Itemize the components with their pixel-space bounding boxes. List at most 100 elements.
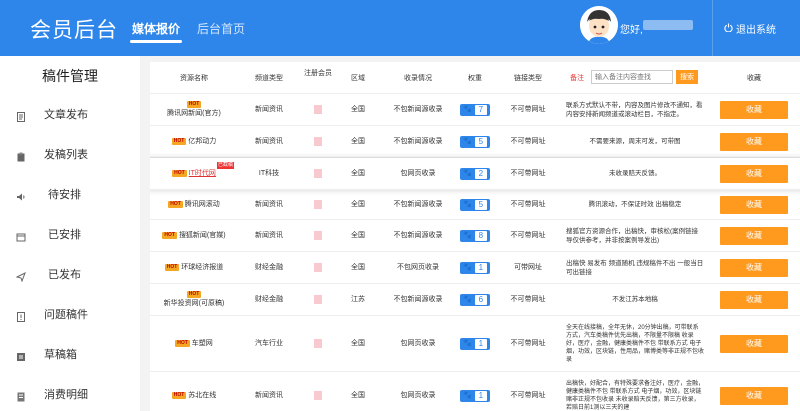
member-cell [300, 316, 336, 371]
redacted-mark [314, 231, 322, 240]
sidebar-item-label: 消费明细 [44, 389, 88, 401]
table-row: HOT 腾讯网新闻(官方) 新闻资讯 全国 不包新闻源收录 🐾 7 不可带网址 联… [150, 94, 800, 126]
remark-cell: 未收录赔天反馈。 [609, 170, 661, 177]
channel-cell: 新闻资讯 [255, 106, 283, 113]
hot-badge: HOT [171, 137, 187, 145]
remark-cell: 出稿快 易发布 频道随机 违规稿件不出 一般当日可出链接 [566, 259, 704, 276]
tab-dashboard-home[interactable]: 后台首页 [197, 20, 245, 37]
resource-name[interactable]: IT时代网 [189, 169, 216, 178]
resource-name[interactable]: 苏北在线 [188, 391, 216, 400]
collect-button[interactable]: 收藏 [720, 258, 788, 277]
resource-name[interactable]: 腾讯网新闻(官方) [167, 109, 221, 118]
member-cell [300, 126, 336, 157]
inclusion-cell: 不包新闻源收录 [393, 232, 443, 239]
resource-name[interactable]: 亿邦动力 [188, 137, 216, 146]
sidebar-item-published[interactable]: 已发布 [0, 254, 140, 294]
app-logo[interactable]: 会员后台 [30, 14, 118, 44]
weight-cell: 🐾 7 [456, 94, 494, 125]
hot-badge: HOT [162, 231, 177, 239]
column-header-inclusion: 收录情况 [404, 75, 432, 82]
link-cell: 不可带网址 [510, 106, 546, 113]
column-header-weight: 权重 [468, 75, 482, 82]
redacted-mark [314, 137, 322, 146]
sidebar-item-arranged[interactable]: 已安排 [0, 214, 140, 254]
resource-name-cell: HOT 腾讯网滚动 [150, 190, 238, 219]
weight-value: 5 [474, 136, 487, 147]
weight-value: 5 [474, 199, 487, 210]
channel-cell: 新闻资讯 [255, 392, 283, 399]
weight-value: 7 [474, 104, 487, 115]
sidebar-item-submission-list[interactable]: 发稿列表 [0, 134, 140, 174]
region-cell: 江苏 [351, 296, 365, 303]
region-cell: 全国 [351, 340, 365, 347]
sidebar-item-consumption[interactable]: 消费明细 [0, 374, 140, 411]
collect-cell: 收藏 [708, 252, 800, 283]
collect-button[interactable]: 收藏 [720, 164, 788, 183]
channel-cell: 新闻资讯 [255, 138, 283, 145]
paw-icon: 🐾 [463, 392, 472, 399]
link-cell: 不可带网址 [510, 170, 546, 177]
inclusion-cell: 不包新闻源收录 [393, 106, 443, 113]
collect-cell: 收藏 [708, 372, 800, 411]
resource-name[interactable]: 新华投资网(可原稿) [164, 299, 225, 308]
paw-icon: 🐾 [463, 340, 472, 347]
inclusion-cell: 包网页收录 [400, 392, 436, 399]
hot-badge: HOT [164, 263, 180, 271]
inclusion-cell: 不包新闻源收录 [393, 138, 443, 145]
paw-icon: 🐾 [463, 264, 472, 271]
sidebar-item-drafts[interactable]: 草稿箱 [0, 334, 140, 374]
collect-button[interactable]: 收藏 [720, 334, 788, 353]
logout-button[interactable]: 退出系统 [724, 21, 776, 36]
collect-button[interactable]: 收藏 [720, 226, 788, 245]
resource-name-cell: HOT 腾讯网新闻(官方) [150, 94, 238, 125]
header-divider [712, 0, 713, 56]
table-row: HOT 搜狐新闻(官媒) 新闻资讯 全国 不包新闻源收录 🐾 8 不可带网址 搜狐… [150, 220, 800, 252]
remark-cell: 出稿快，好配合，有特殊要求备注好，医疗，金融，健康类稿件不包 带联系方式 电子烟… [566, 380, 705, 411]
member-cell [300, 284, 336, 315]
search-button[interactable]: 搜索 [676, 70, 698, 84]
resource-name[interactable]: 腾讯网滚动 [185, 200, 220, 209]
sidebar-title: 稿件管理 [42, 68, 98, 84]
collect-button[interactable]: 收藏 [720, 290, 788, 309]
tab-media-quote[interactable]: 媒体报价 [129, 20, 183, 43]
remark-label: 备注 [570, 75, 584, 82]
weight-cell: 🐾 1 [456, 372, 494, 411]
table-row: HOT 亿邦动力 新闻资讯 全国 不包新闻源收录 🐾 5 不可带网址 不需要来源，… [150, 126, 800, 158]
channel-cell: 财经金融 [255, 296, 283, 303]
weight-value: 1 [474, 390, 487, 401]
collect-button[interactable]: 收藏 [720, 100, 788, 119]
weight-cell: 🐾 8 [456, 220, 494, 251]
collect-cell: 收藏 [708, 94, 800, 125]
table-row: HOT 苏北在线 新闻资讯 全国 包网页收录 🐾 1 不可带网址 出稿快，好配合，… [150, 372, 800, 411]
weight-badge: 🐾 6 [460, 293, 490, 306]
channel-cell: 汽车行业 [255, 340, 283, 347]
remark-cell: 腾讯滚动，不保证时效 出稿稳定 [588, 201, 682, 208]
redacted-mark [314, 295, 322, 304]
collect-button[interactable]: 收藏 [720, 195, 788, 214]
collect-button[interactable]: 收藏 [720, 132, 788, 151]
weight-badge: 🐾 5 [460, 135, 490, 148]
member-cell [300, 372, 336, 411]
collect-cell: 收藏 [708, 190, 800, 219]
logout-label: 退出系统 [736, 25, 776, 36]
resource-name-cell: HOT 新华投资网(可原稿) [150, 284, 238, 315]
draft-icon [16, 349, 26, 361]
remark-search-input[interactable] [591, 70, 673, 84]
region-cell: 全国 [351, 232, 365, 239]
resource-name[interactable]: 环球经济报道 [181, 263, 223, 272]
collect-button[interactable]: 收藏 [720, 386, 788, 405]
table-row: HOT 腾讯网滚动 新闻资讯 全国 不包新闻源收录 🐾 5 不可带网址 腾讯滚动，… [150, 190, 800, 220]
sidebar-item-label: 文章发布 [44, 109, 88, 121]
region-cell: 全国 [351, 264, 365, 271]
redacted-mark [314, 200, 322, 209]
clipboard-icon [16, 149, 26, 162]
resource-name[interactable]: 车塑网 [192, 339, 213, 348]
sidebar-item-publish-article[interactable]: 文章发布 [0, 94, 140, 134]
inclusion-cell: 包网页收录 [400, 340, 436, 347]
resource-name[interactable]: 搜狐新闻(官媒) [179, 231, 226, 240]
sidebar-item-pending[interactable]: 待安排 [0, 174, 140, 214]
paw-icon: 🐾 [463, 201, 472, 208]
member-cell [300, 220, 336, 251]
avatar[interactable] [580, 6, 618, 44]
sidebar-item-problem[interactable]: 问题稿件 [0, 294, 140, 334]
